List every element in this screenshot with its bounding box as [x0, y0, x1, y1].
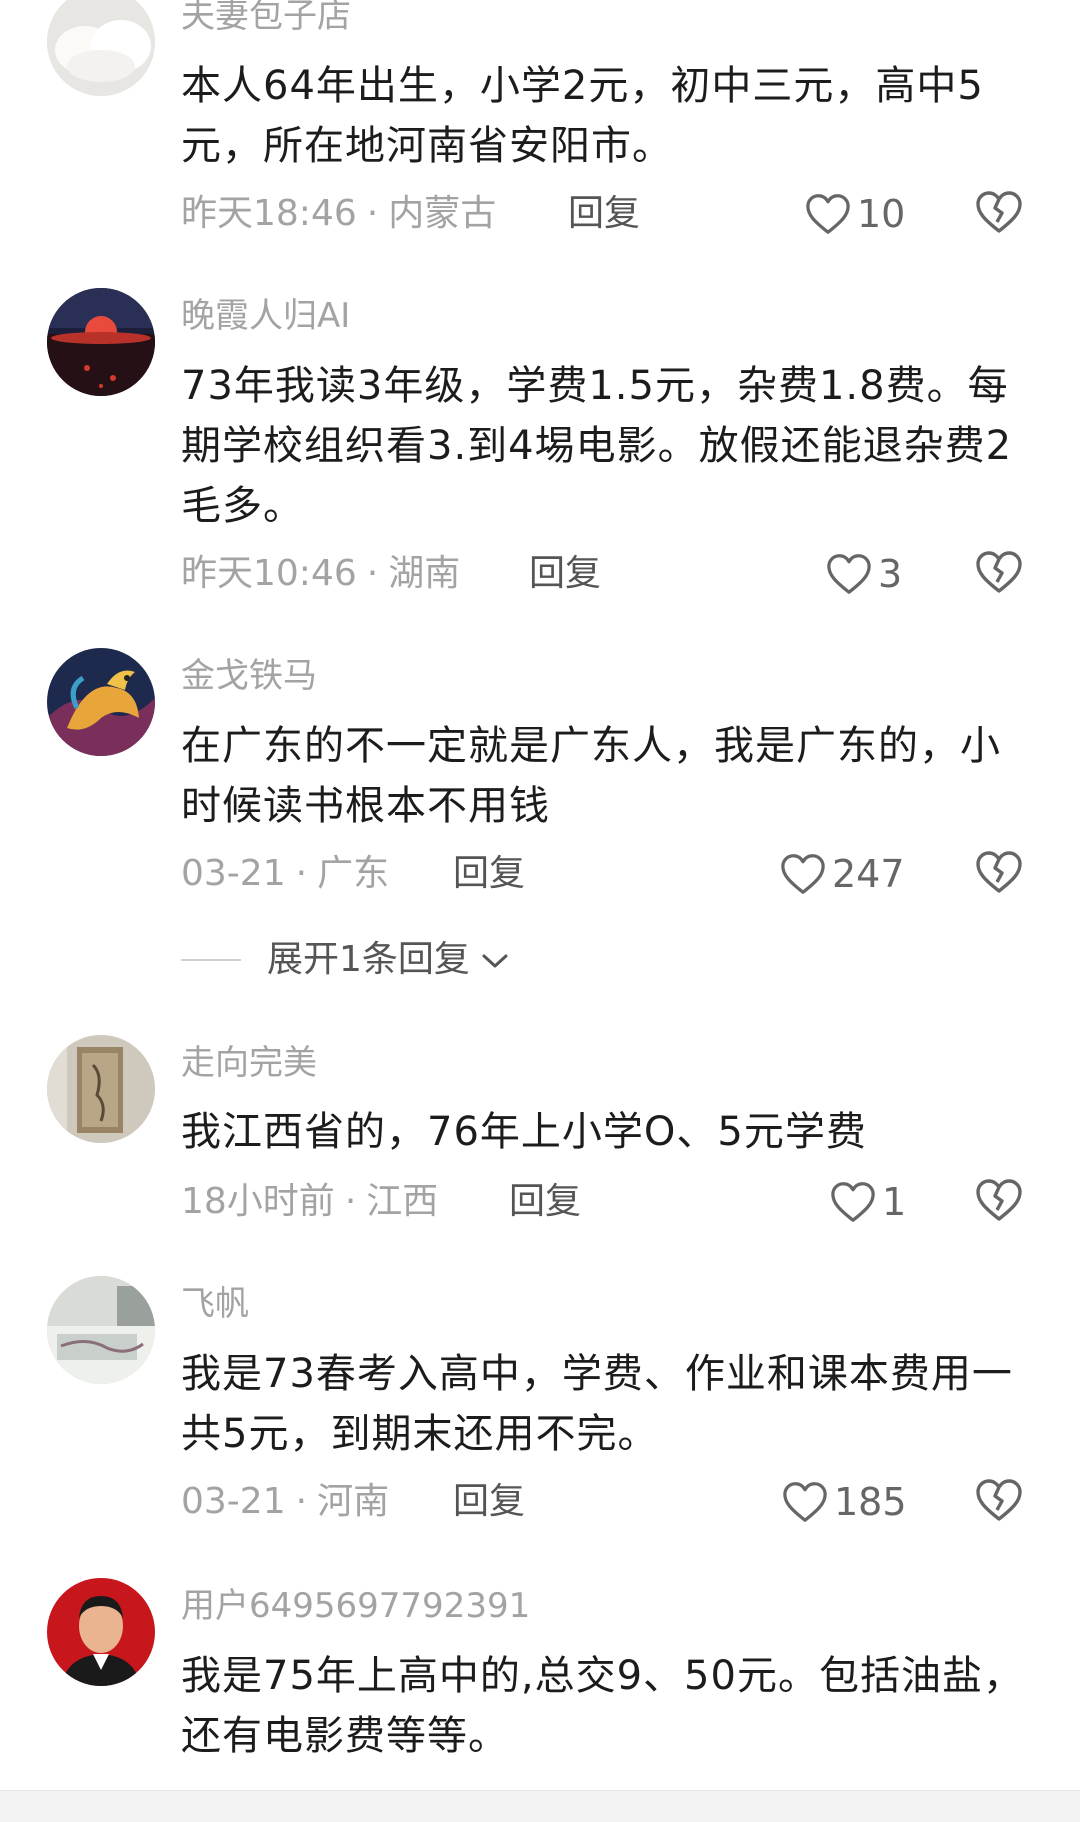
- username[interactable]: 飞帆: [181, 1284, 249, 1324]
- avatar[interactable]: [47, 1035, 155, 1143]
- comment-meta: 昨天18:46 · 内蒙古: [181, 192, 496, 236]
- heart-outline-icon: [780, 852, 826, 896]
- reply-button[interactable]: 回复: [529, 552, 601, 596]
- like-count: 247: [832, 852, 905, 896]
- avatar[interactable]: [47, 288, 155, 396]
- comment-meta: 03-21 · 河南: [181, 1480, 389, 1524]
- avatar[interactable]: [47, 0, 155, 96]
- broken-heart-icon: [975, 189, 1023, 235]
- username[interactable]: 用户6495697792391: [181, 1586, 530, 1626]
- like-button[interactable]: 1: [830, 1177, 906, 1227]
- separator: ·: [295, 1481, 308, 1522]
- like-button[interactable]: 3: [826, 549, 902, 599]
- avatar[interactable]: [47, 1578, 155, 1686]
- username[interactable]: 金戈铁马: [181, 656, 317, 696]
- dislike-button[interactable]: [975, 549, 1023, 597]
- divider-line: [181, 959, 241, 961]
- comment-time: 昨天18:46: [181, 193, 357, 234]
- reply-button[interactable]: 回复: [453, 1480, 525, 1524]
- comment-text: 我是75年上高中的,总交9、50元。包括油盐，还有电影费等等。: [181, 1653, 1024, 1759]
- comment-location: 广东: [317, 853, 390, 894]
- like-count: 185: [834, 1480, 907, 1524]
- comment-meta: 03-21 · 广东: [181, 852, 389, 896]
- heart-outline-icon: [782, 1480, 828, 1524]
- broken-heart-icon: [975, 1177, 1023, 1223]
- dislike-button[interactable]: [975, 1477, 1023, 1525]
- separator: ·: [344, 1181, 357, 1222]
- comment-time: 18小时前: [181, 1181, 335, 1222]
- comment-time: 03-21: [181, 1481, 286, 1522]
- dislike-button[interactable]: [975, 1177, 1023, 1225]
- separator: ·: [366, 553, 379, 594]
- reply-button[interactable]: 回复: [453, 852, 525, 896]
- comment-location: 河南: [317, 1481, 390, 1522]
- comment-location: 湖南: [388, 553, 461, 594]
- broken-heart-icon: [975, 1477, 1023, 1523]
- broken-heart-icon: [975, 849, 1023, 895]
- comment-text: 我江西省的，76年上小学O、5元学费: [181, 1109, 867, 1155]
- heart-outline-icon: [830, 1180, 876, 1224]
- comment-time: 03-21: [181, 853, 286, 894]
- comment-text: 在广东的不一定就是广东人，我是广东的，小时候读书根本不用钱: [181, 723, 1001, 829]
- dislike-button[interactable]: [975, 189, 1023, 237]
- expand-replies-button[interactable]: 展开1条回复: [181, 938, 510, 982]
- reply-button[interactable]: 回复: [509, 1180, 581, 1224]
- like-button[interactable]: 10: [805, 189, 905, 239]
- separator: ·: [366, 193, 379, 234]
- comment-text: 我是73春考入高中，学费、作业和课本费用一共5元，到期末还用不完。: [181, 1351, 1013, 1457]
- comment-meta: 昨天10:46 · 湖南: [181, 552, 460, 596]
- expand-replies-label: 展开1条回复: [267, 939, 470, 980]
- username[interactable]: 走向完美: [181, 1043, 317, 1083]
- avatar[interactable]: [47, 1276, 155, 1384]
- comment-time: 昨天10:46: [181, 553, 357, 594]
- username[interactable]: 夫妻包子店: [181, 0, 351, 36]
- avatar[interactable]: [47, 648, 155, 756]
- reply-button[interactable]: 回复: [568, 192, 640, 236]
- chevron-down-icon: [480, 938, 510, 982]
- like-count: 10: [857, 192, 906, 236]
- heart-outline-icon: [805, 192, 851, 236]
- like-button[interactable]: 185: [782, 1477, 907, 1527]
- comment-text: 73年我读3年级，学费1.5元，杂费1.8费。每期学校组织看3.到4埸电影。放假…: [181, 363, 1013, 529]
- heart-outline-icon: [826, 552, 872, 596]
- bottom-input-bar[interactable]: [0, 1790, 1080, 1822]
- like-count: 3: [878, 552, 903, 596]
- comment-location: 内蒙古: [388, 193, 497, 234]
- like-count: 1: [882, 1180, 907, 1224]
- username[interactable]: 晚霞人归AI: [181, 296, 350, 336]
- comment-text: 本人64年出生，小学2元，初中三元，高中5元，所在地河南省安阳市。: [181, 63, 984, 169]
- dislike-button[interactable]: [975, 849, 1023, 897]
- comment-meta: 18小时前 · 江西: [181, 1180, 438, 1224]
- like-button[interactable]: 247: [780, 849, 905, 899]
- broken-heart-icon: [975, 549, 1023, 595]
- separator: ·: [295, 853, 308, 894]
- comment-location: 江西: [366, 1181, 439, 1222]
